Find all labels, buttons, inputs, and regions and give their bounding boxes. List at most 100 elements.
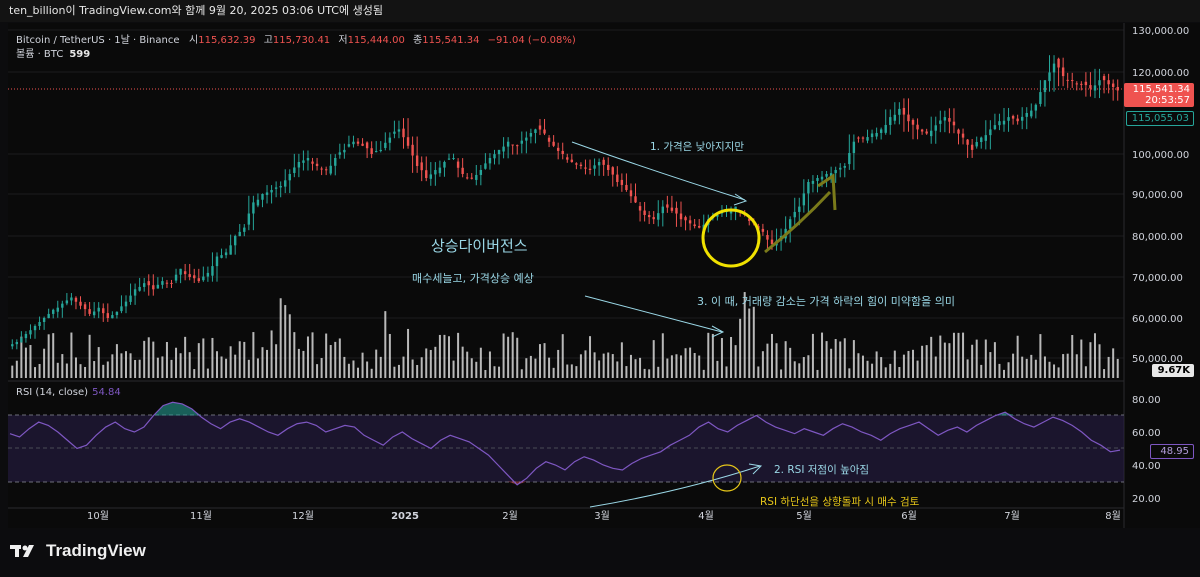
low-label: 저 bbox=[338, 35, 348, 46]
divergence-subtitle[interactable]: 매수세늘고, 가격상승 예상 bbox=[412, 270, 534, 286]
candle-body bbox=[884, 124, 887, 133]
rsi-tick-label: 60.00 bbox=[1132, 428, 1161, 439]
candle-body bbox=[447, 158, 451, 160]
candle-body bbox=[411, 144, 414, 156]
price-note[interactable]: 1. 가격은 낮아지지만 bbox=[650, 139, 744, 154]
candle-body bbox=[274, 187, 278, 189]
candle-body bbox=[698, 226, 701, 228]
rebound-arrow[interactable] bbox=[764, 190, 832, 254]
chart-canvas[interactable]: 130,000.00 120,000.00 100,000.00 90,000.00 8… bbox=[0, 0, 1200, 577]
volume-bar bbox=[939, 335, 942, 378]
candle-body bbox=[193, 275, 196, 279]
volume-bar bbox=[1098, 344, 1101, 378]
volume-bar bbox=[24, 347, 27, 378]
time-axis[interactable]: 10월 11월 12월 2025 2월 3월 4월 5월 6월 7월 8월 bbox=[87, 510, 1121, 522]
candle-body bbox=[684, 217, 687, 221]
high-label: 고 bbox=[263, 35, 273, 46]
volume-bar bbox=[370, 368, 373, 378]
price-trend-arrowhead bbox=[733, 193, 748, 206]
candle-body bbox=[848, 153, 851, 165]
price-tick-label: 80,000.00 bbox=[1132, 232, 1183, 243]
volume-bar bbox=[575, 366, 578, 378]
volume-bar bbox=[875, 351, 878, 378]
candle-body bbox=[879, 129, 883, 133]
volume-bar bbox=[197, 343, 200, 378]
tradingview-logo-text: TradingView bbox=[46, 541, 146, 560]
volume-bar bbox=[852, 340, 855, 378]
candle-body bbox=[61, 303, 64, 308]
candle-body bbox=[657, 213, 660, 220]
volume-bar bbox=[948, 343, 951, 378]
candle-body bbox=[534, 129, 537, 134]
candle-body bbox=[902, 107, 906, 115]
volume-bar bbox=[934, 356, 937, 378]
volume-legend[interactable]: 볼륨 · BTC 599 bbox=[16, 45, 90, 60]
volume-bar bbox=[420, 357, 423, 378]
candle-body bbox=[1002, 120, 1006, 125]
price-axis[interactable]: 130,000.00 120,000.00 100,000.00 90,000.00 8… bbox=[1132, 26, 1189, 365]
candle-body bbox=[1080, 83, 1083, 85]
volume-bar bbox=[70, 332, 73, 378]
volume-bar bbox=[1112, 348, 1115, 378]
candle-body bbox=[443, 162, 446, 168]
volume-bar bbox=[79, 364, 82, 378]
candle-body bbox=[38, 322, 41, 327]
volume-bar bbox=[284, 305, 287, 378]
candle-body bbox=[502, 146, 505, 152]
candle-body bbox=[525, 137, 528, 141]
candle-body bbox=[279, 186, 282, 188]
symbol-legend[interactable]: Bitcoin / TetherUS · 1날 · Binance 시115,6… bbox=[16, 31, 581, 46]
volume-bar bbox=[74, 357, 77, 378]
volume-bar bbox=[666, 358, 669, 378]
candle-body bbox=[770, 239, 774, 245]
volume-bar bbox=[511, 332, 514, 378]
candle-body bbox=[1098, 80, 1101, 86]
volume-bar bbox=[984, 339, 987, 378]
volume-bar bbox=[789, 347, 792, 378]
candle-body bbox=[183, 271, 187, 275]
volume-bar bbox=[457, 332, 460, 378]
candle-body bbox=[688, 220, 692, 224]
candle-body bbox=[870, 133, 874, 138]
volume-bar bbox=[84, 366, 87, 378]
candle-body bbox=[793, 211, 796, 218]
divergence-title[interactable]: 상승다이버전스 bbox=[431, 235, 528, 256]
candle-body bbox=[365, 142, 369, 149]
close-label: 종 bbox=[413, 35, 423, 46]
volume-bar bbox=[566, 364, 569, 378]
rsi-note[interactable]: 2. RSI 저점이 높아짐 bbox=[774, 462, 869, 477]
volume-bar bbox=[557, 349, 560, 378]
candle-body bbox=[152, 285, 155, 290]
open-label: 시 bbox=[189, 35, 199, 46]
volume-bar bbox=[1039, 334, 1042, 378]
time-tick-label: 11월 bbox=[190, 510, 212, 522]
rsi-legend[interactable]: RSI (14, close) 54.84 bbox=[16, 387, 121, 398]
candle-body bbox=[147, 281, 150, 286]
volume-bar bbox=[193, 369, 196, 378]
rsi-buy-note[interactable]: RSI 하단선을 상향돌파 시 매수 검토 bbox=[760, 494, 919, 509]
volume-bar bbox=[1062, 354, 1065, 378]
volume-bar bbox=[730, 336, 733, 378]
volume-bar bbox=[1025, 358, 1028, 378]
candle-body bbox=[966, 139, 969, 145]
candle-body bbox=[893, 114, 897, 121]
volume-bar bbox=[589, 336, 592, 378]
volume-bar bbox=[1057, 367, 1060, 378]
volume-bar bbox=[871, 363, 874, 378]
tradingview-logo[interactable]: TradingView bbox=[10, 541, 146, 561]
candle-body bbox=[516, 145, 519, 147]
volume-bar bbox=[734, 345, 737, 378]
volume-bar bbox=[1080, 339, 1083, 378]
volume-bar bbox=[238, 341, 241, 378]
volume-bar bbox=[925, 345, 928, 378]
candle-body bbox=[74, 297, 78, 302]
volume-note[interactable]: 3. 이 때, 거래량 감소는 가격 하락의 힘이 미약함을 의미 bbox=[697, 293, 955, 309]
time-tick-label: 10월 bbox=[87, 510, 109, 522]
candle-body bbox=[65, 300, 69, 304]
candle-body bbox=[839, 167, 842, 170]
candle-body bbox=[666, 204, 669, 208]
candle-body bbox=[798, 206, 801, 212]
candle-body bbox=[470, 177, 473, 179]
volume-bar bbox=[793, 361, 796, 378]
volume-bar bbox=[584, 350, 587, 378]
